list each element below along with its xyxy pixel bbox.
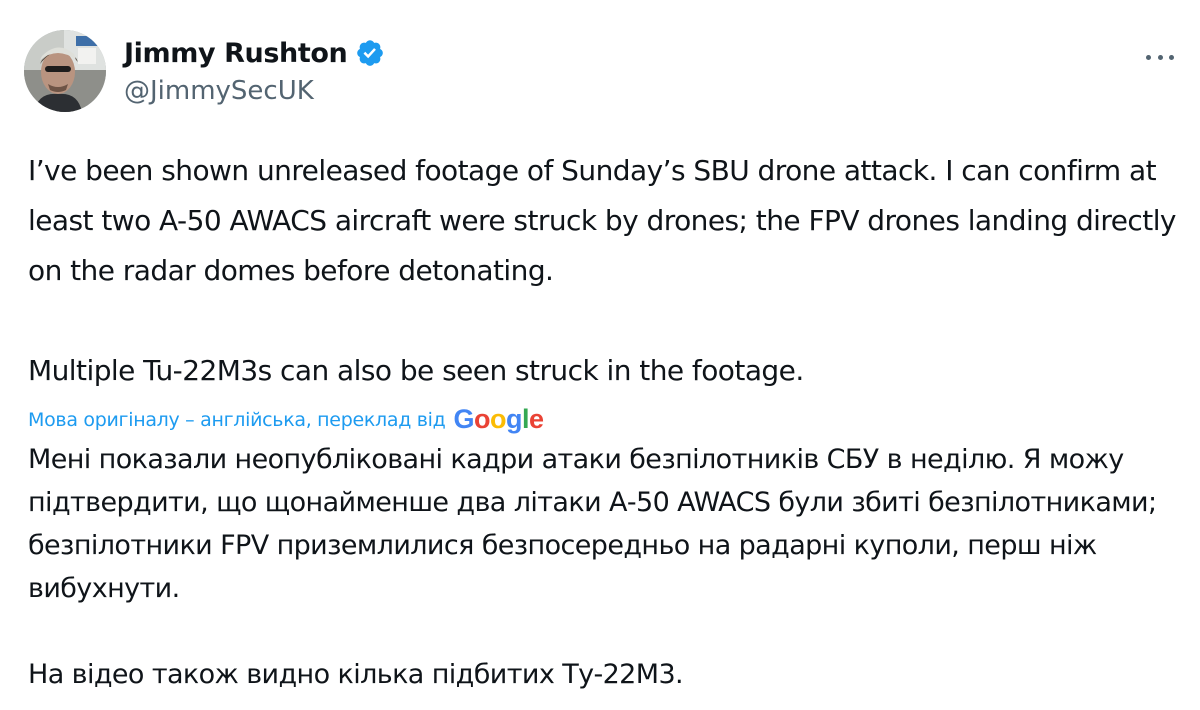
google-letter: g [506,403,523,434]
google-logo: Google [453,403,545,435]
translated-text: Мені показали неопубліковані кадри атаки… [28,438,1178,696]
google-letter: o [490,403,507,434]
more-dot [1157,54,1163,60]
original-paragraph: I’ve been shown unreleased footage of Su… [28,154,1177,287]
verified-badge-icon[interactable] [355,38,385,68]
profile-photo [24,30,106,112]
translation-note-text[interactable]: Мова оригіналу – англійська, переклад ві… [28,409,446,431]
translation-note[interactable]: Мова оригіналу – англійська, переклад ві… [28,402,1178,438]
original-text: I’ve been shown unreleased footage of Su… [28,146,1178,396]
google-letter: e [529,403,544,434]
author-handle[interactable]: @JimmySecUK [124,76,385,106]
google-letter: G [453,403,475,434]
google-letter: l [522,403,530,434]
more-dot [1169,54,1174,60]
original-paragraph: Multiple Tu-22M3s can also be seen struc… [28,354,804,387]
more-options-icon[interactable] [1142,44,1178,70]
tweet-card: Jimmy Rushton @JimmySecUK I’ve been show… [0,0,1200,710]
name-row: Jimmy Rushton [124,34,385,72]
author-display-name[interactable]: Jimmy Rushton [124,38,348,69]
author-block: Jimmy Rushton @JimmySecUK [124,34,385,106]
translated-paragraph: Мені показали неопубліковані кадри атаки… [28,444,1157,604]
more-dot [1146,54,1151,60]
tweet-body: I’ve been shown unreleased footage of Su… [28,146,1178,696]
translated-paragraph: На відео також видно кілька підбитих Ту-… [28,659,684,690]
google-letter: o [474,403,491,434]
avatar[interactable] [24,30,106,112]
